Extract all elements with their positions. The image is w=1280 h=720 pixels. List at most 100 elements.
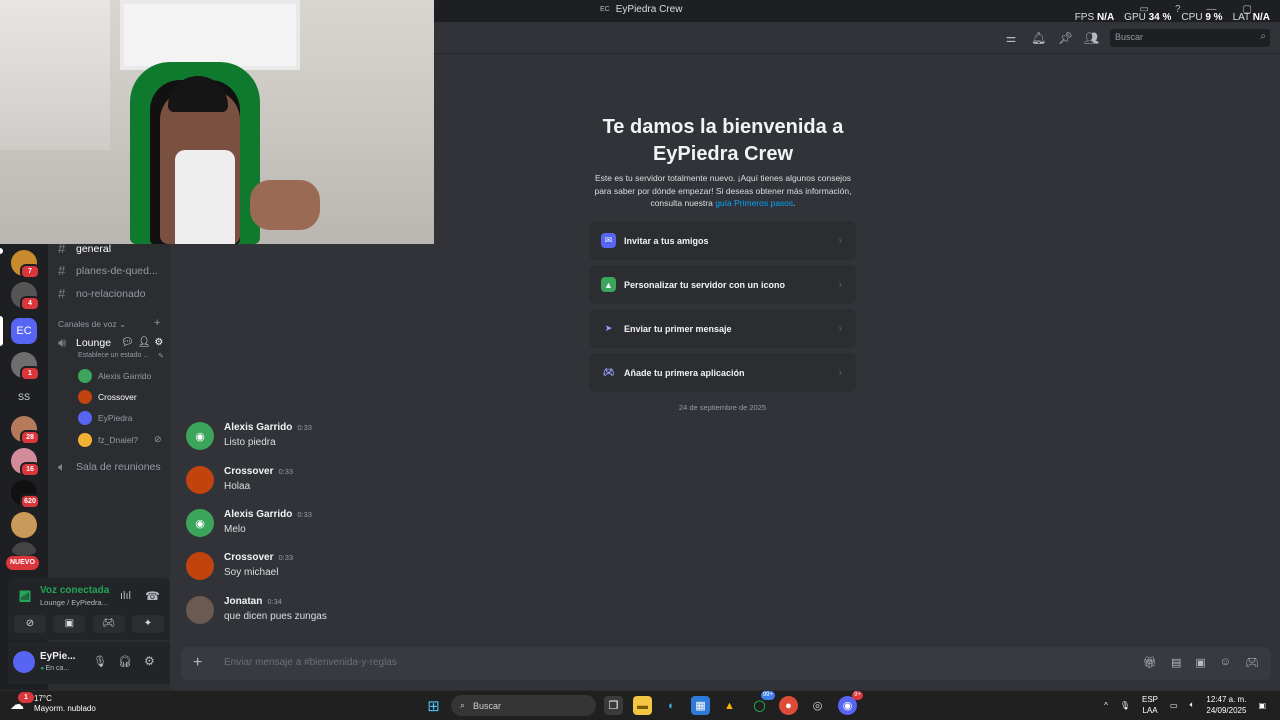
activity-icon[interactable]: 🎮︎ — [92, 615, 125, 633]
windows-start-icon[interactable]: ⊞ — [424, 696, 443, 715]
message-author[interactable]: Jonatan 0:34 — [224, 596, 282, 607]
webcam-overlay — [0, 0, 434, 244]
message-text: que dicen pues zungas — [224, 611, 327, 622]
new-badge[interactable]: NUEVO — [6, 556, 39, 570]
server-icon-1[interactable]: 7 — [11, 250, 40, 279]
settings-icon[interactable]: ⚙ — [154, 337, 163, 348]
avatar[interactable] — [13, 651, 35, 673]
invite-friends-card[interactable]: ✉ Invitar a tus amigos › — [589, 221, 856, 260]
members-icon[interactable]: 👥︎ — [1084, 31, 1099, 45]
notification-icon[interactable]: ▣ — [1258, 701, 1266, 710]
voice-channel-sala[interactable]: 🔈︎ Sala de reuniones — [58, 459, 161, 475]
search-input[interactable]: Buscar ⌕ — [1110, 29, 1270, 47]
camera-off-icon[interactable]: ⊘ — [14, 615, 46, 633]
gift-icon[interactable]: 🎁︎ — [1143, 656, 1157, 669]
chevron-up-icon[interactable]: ^ — [1104, 701, 1108, 710]
voice-status[interactable]: Establece un estado ... — [78, 352, 149, 359]
screen-share-icon[interactable]: ▣ — [53, 615, 86, 633]
message-author[interactable]: Crossover 0:33 — [224, 466, 293, 477]
avatar[interactable]: ◉ — [186, 422, 214, 450]
server-icon-8[interactable]: 620 — [11, 480, 40, 509]
microphone-icon[interactable]: 🎙︎ — [1120, 701, 1130, 710]
message-author[interactable]: Alexis Garrido 0:33 — [224, 422, 312, 433]
server-icon-9[interactable] — [11, 512, 37, 538]
file-explorer-icon[interactable]: ▬ — [633, 696, 652, 715]
gif-icon[interactable]: ▤ — [1171, 656, 1181, 669]
voice-location[interactable]: Lounge / EyPiedra... — [40, 598, 108, 607]
headphones-icon[interactable]: 🎧︎ — [118, 655, 132, 668]
message-composer[interactable]: + Enviar mensaje a #bienvenida-y-reglas … — [181, 647, 1271, 680]
server-icon-10[interactable] — [11, 542, 37, 556]
server-icon-ss[interactable]: SS — [11, 384, 37, 410]
voice-user[interactable]: fz_Dnaiel? — [78, 433, 138, 447]
server-icon-lamb[interactable]: 1 — [11, 352, 40, 381]
search-icon: ⌕ — [1260, 31, 1266, 42]
user-name[interactable]: EyPie... — [40, 651, 76, 662]
noise-icon[interactable]: ılıl — [120, 590, 131, 602]
drive-icon[interactable]: ▲ — [720, 696, 739, 715]
server-icon-2[interactable]: 4 — [11, 282, 40, 311]
voice-user[interactable]: EyPiedra — [78, 411, 133, 425]
sticker-icon[interactable]: ▣ — [1195, 656, 1205, 669]
channel-general[interactable]: # general — [58, 241, 111, 256]
message-author[interactable]: Crossover 0:33 — [224, 552, 293, 563]
webcam-window — [120, 0, 300, 70]
channel-no-relacionado[interactable]: # no-relacionado — [58, 286, 145, 301]
disconnect-icon[interactable]: ☎ — [145, 589, 160, 603]
chat-icon[interactable]: 💬︎ — [121, 337, 134, 348]
volume-icon[interactable]: 🔈︎ — [1190, 700, 1195, 710]
threads-icon[interactable]: ⚌ — [1004, 31, 1018, 45]
message-author[interactable]: Alexis Garrido 0:33 — [224, 509, 312, 520]
composer-actions: 🎁︎ ▤ ▣ ☺ 🎮︎ — [1143, 656, 1259, 669]
voice-user[interactable]: Alexis Garrido — [78, 369, 151, 383]
speaker-icon: 🔊︎ — [58, 335, 67, 350]
avatar[interactable] — [186, 552, 214, 580]
voice-channel-lounge[interactable]: 🔊︎ Lounge — [58, 335, 111, 351]
first-message-card[interactable]: ➤ Enviar tu primer mensaje › — [589, 309, 856, 348]
channel-planes[interactable]: # planes-de-qued... — [58, 263, 158, 278]
first-app-card[interactable]: 🎮︎ Añade tu primera aplicación › — [589, 353, 856, 392]
getting-started-link[interactable]: guía Primeros pasos — [715, 198, 793, 208]
add-channel-icon[interactable]: + — [154, 317, 160, 329]
soundboard-icon[interactable]: ✦ — [131, 615, 164, 633]
language-indicator[interactable]: ESP LAA — [1142, 694, 1158, 716]
apps-icon[interactable]: 🎮︎ — [1245, 656, 1259, 669]
bell-icon[interactable]: 🔔︎ — [1031, 31, 1046, 45]
network-icon[interactable]: ▭ — [1170, 701, 1178, 710]
server-icon-ec[interactable]: EC — [11, 318, 37, 344]
avatar[interactable] — [186, 466, 214, 494]
avatar[interactable] — [186, 596, 214, 624]
voice-category[interactable]: Canales de voz ⌄ — [58, 319, 126, 330]
message-text: Holaa — [224, 481, 251, 492]
edit-icon[interactable]: ✎ — [158, 352, 164, 360]
pin-icon[interactable]: 📌︎ — [1058, 31, 1073, 45]
task-view-icon[interactable]: ❐ — [604, 696, 623, 715]
user-status[interactable]: ◂ En ca... — [40, 664, 69, 672]
server-icon-7[interactable]: 16 — [11, 448, 40, 477]
chrome-icon[interactable]: ● — [779, 696, 798, 715]
weather-widget[interactable]: ☁ 1 17°C Mayorm. nublado — [10, 692, 96, 714]
clock[interactable]: 12:47 a. m. 24/09/2025 — [1206, 694, 1246, 716]
server-icon-6[interactable]: 28 — [11, 416, 40, 445]
user-settings-icon[interactable]: ⚙ — [144, 654, 155, 668]
signal-icon: 📶︎ — [18, 591, 32, 603]
chevron-right-icon: › — [838, 278, 842, 291]
avatar[interactable]: ◉ — [186, 509, 214, 537]
voice-status-label[interactable]: Voz conectada — [40, 585, 109, 596]
emoji-icon[interactable]: ☺ — [1220, 656, 1231, 669]
microphone-icon[interactable]: 🎙︎ — [93, 655, 107, 668]
customize-server-card[interactable]: ▲ Personalizar tu servidor con un icono … — [589, 265, 856, 304]
edge-icon[interactable]: ◐ — [662, 696, 681, 715]
voice-user[interactable]: Crossover — [78, 390, 137, 404]
system-tray: ^ 🎙︎ ESP LAA ▭ 🔈︎ 12:47 a. m. 24/09/2025 ▣ — [1104, 694, 1266, 716]
invite-user-icon[interactable]: 👤︎ — [138, 337, 151, 348]
obs-icon[interactable]: ◎ — [808, 696, 827, 715]
voice-connected-panel: 📶︎ Voz conectada Lounge / EyPiedra... ıl… — [8, 578, 170, 640]
discord-icon[interactable]: ◉ 9+ — [838, 691, 863, 715]
taskbar-search[interactable]: ⌕ Buscar — [451, 695, 596, 716]
store-icon[interactable]: ▦ — [691, 696, 710, 715]
weather-desc: Mayorm. nublado — [34, 704, 96, 713]
voice-actions: ⊘ ▣ 🎮︎ ✦ — [14, 615, 164, 633]
attach-plus-icon[interactable]: + — [193, 654, 202, 672]
whatsapp-icon[interactable]: ◯ 99+ — [750, 691, 775, 715]
